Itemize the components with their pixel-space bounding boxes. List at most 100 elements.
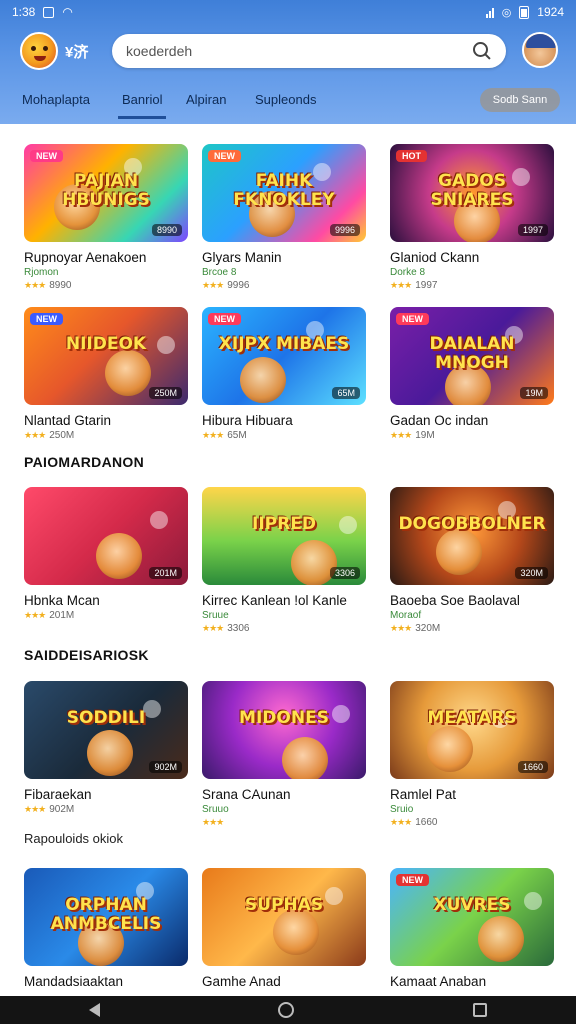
game-thumbnail[interactable]: SODDILI 902M	[24, 681, 188, 779]
tab-mohaplapta[interactable]: Mohaplapta	[22, 92, 90, 107]
status-badge: NEW	[30, 313, 63, 325]
game-thumbnail[interactable]: DAIALAN MNOGH NEW 19M	[390, 307, 554, 405]
game-card[interactable]: GADOS SNIARES HOT 1997 Glaniod Ckann Dorke 8…	[390, 144, 554, 291]
game-title[interactable]: Hibura Hibuara	[202, 413, 366, 428]
character-art-icon	[273, 909, 319, 955]
game-title[interactable]: Hbnka Mcan	[24, 593, 188, 608]
signal-icon	[485, 7, 494, 18]
game-art-title: IIPRED	[252, 514, 316, 534]
game-size: 19M	[415, 430, 435, 441]
game-meta: ★★★ 9996	[202, 280, 366, 291]
tab-banriol[interactable]: Banriol	[118, 92, 167, 119]
game-card[interactable]: SUPHAS Gamhe Anad	[202, 868, 366, 989]
app-screen: 1:38 ◠ ◎ 1924 ¥济 koederdeh Mohaplapta Ba…	[0, 0, 576, 1024]
game-title[interactable]: Ramlel Pat	[390, 787, 554, 802]
game-card[interactable]: PAJIAN HBUNIGS NEW 8990 Rupnoyar Aenakoen Rj…	[24, 144, 188, 291]
character-art-icon	[282, 737, 328, 779]
search-input[interactable]: koederdeh	[112, 34, 506, 68]
action-button[interactable]: Sodb Sann	[480, 88, 560, 112]
game-card[interactable]: ORPHAN ANMBCELIS Mandadsiaaktan	[24, 868, 188, 989]
game-thumbnail[interactable]: GADOS SNIARES HOT 1997	[390, 144, 554, 242]
battery-icon	[519, 5, 530, 19]
game-title[interactable]: Glyars Manin	[202, 250, 366, 265]
star-rating-icon: ★★★	[202, 280, 224, 290]
tab-supleonds[interactable]: Supleonds	[255, 92, 316, 107]
game-card[interactable]: DAIALAN MNOGH NEW 19M Gadan Oc indan ★★★ 19M	[390, 307, 554, 441]
game-card[interactable]: MIDONES Srana CAunan Sruuo ★★★	[202, 681, 366, 828]
game-title[interactable]: Gamhe Anad	[202, 974, 366, 989]
status-badge: NEW	[30, 150, 63, 162]
character-art-icon	[87, 730, 133, 776]
character-art-icon	[105, 350, 151, 396]
sparkle-art-icon	[150, 511, 168, 529]
game-card[interactable]: NIIDEOK NEW 250M Nlantad Gtarin ★★★ 250M	[24, 307, 188, 441]
game-thumbnail[interactable]: MEATARS 1660	[390, 681, 554, 779]
character-art-icon	[291, 540, 337, 585]
app-logo-icon[interactable]	[20, 32, 58, 70]
game-subtitle: Sruuo	[202, 804, 229, 815]
avatar[interactable]	[522, 32, 558, 68]
game-meta: ★★★ 65M	[202, 430, 366, 441]
star-rating-icon: ★★★	[24, 610, 46, 620]
size-chip: 902M	[149, 761, 182, 773]
game-thumbnail[interactable]: MIDONES	[202, 681, 366, 779]
game-card[interactable]: 201M Hbnka Mcan ★★★ 201M	[24, 487, 188, 621]
game-thumbnail[interactable]: PAJIAN HBUNIGS NEW 8990	[24, 144, 188, 242]
game-card[interactable]: SODDILI 902M Fibaraekan ★★★ 902M	[24, 681, 188, 815]
game-card[interactable]: DOGOBBOLNER 320M Baoeba Soe Baolaval Moraof…	[390, 487, 554, 634]
size-chip: 250M	[149, 387, 182, 399]
game-title[interactable]: Mandadsiaaktan	[24, 974, 188, 989]
status-time: 1:38	[12, 5, 36, 19]
search-text: koederdeh	[126, 43, 193, 59]
search-icon[interactable]	[472, 41, 492, 61]
game-title[interactable]: Nlantad Gtarin	[24, 413, 188, 428]
game-thumbnail[interactable]: SUPHAS	[202, 868, 366, 966]
status-bar: 1:38 ◠ ◎ 1924	[0, 0, 576, 24]
game-title[interactable]: Kirrec Kanlean !ol Kanle	[202, 593, 366, 608]
game-thumbnail[interactable]: ORPHAN ANMBCELIS	[24, 868, 188, 966]
game-title[interactable]: Gadan Oc indan	[390, 413, 554, 428]
star-rating-icon: ★★★	[390, 430, 412, 440]
game-card[interactable]: MEATARS 1660 Ramlel Pat Sruio ★★★ 1660	[390, 681, 554, 828]
game-card[interactable]: XUVRES NEW Kamaat Anaban	[390, 868, 554, 989]
game-thumbnail[interactable]: FAIHK FKNOKLEY NEW 9996	[202, 144, 366, 242]
game-thumbnail[interactable]: 201M	[24, 487, 188, 585]
notification-icon	[43, 6, 55, 18]
game-thumbnail[interactable]: DOGOBBOLNER 320M	[390, 487, 554, 585]
game-size: 250M	[49, 430, 75, 441]
star-rating-icon: ★★★	[202, 817, 224, 827]
game-title[interactable]: Fibaraekan	[24, 787, 188, 802]
size-chip: 320M	[515, 567, 548, 579]
game-card[interactable]: FAIHK FKNOKLEY NEW 9996 Glyars Manin Brcoe 8…	[202, 144, 366, 291]
game-subtitle: Sruue	[202, 610, 229, 621]
alarm-icon: ◎	[501, 6, 512, 19]
status-badge: NEW	[208, 150, 241, 162]
game-thumbnail[interactable]: XIJPX MIBAES NEW 65M	[202, 307, 366, 405]
game-thumbnail[interactable]: NIIDEOK NEW 250M	[24, 307, 188, 405]
status-badge: NEW	[208, 313, 241, 325]
game-card[interactable]: IIPRED 3306 Kirrec Kanlean !ol Kanle Sruue ★…	[202, 487, 366, 634]
size-chip: 8990	[151, 224, 182, 236]
recents-icon[interactable]	[472, 1003, 487, 1017]
game-meta: ★★★ 1997	[390, 280, 554, 291]
game-art-title: SUPHAS	[244, 895, 324, 915]
game-size: 320M	[415, 623, 441, 634]
back-icon[interactable]	[89, 1003, 101, 1017]
tab-alpiran[interactable]: Alpiran	[186, 92, 226, 107]
game-thumbnail[interactable]: XUVRES NEW	[390, 868, 554, 966]
game-card[interactable]: XIJPX MIBAES NEW 65M Hibura Hibuara ★★★ 65M	[202, 307, 366, 441]
game-title[interactable]: Rupnoyar Aenakoen	[24, 250, 188, 265]
game-title[interactable]: Glaniod Ckann	[390, 250, 554, 265]
game-title[interactable]: Srana CAunan	[202, 787, 366, 802]
game-art-title: ORPHAN ANMBCELIS	[50, 895, 162, 934]
game-meta: ★★★ 201M	[24, 610, 188, 621]
game-thumbnail[interactable]: IIPRED 3306	[202, 487, 366, 585]
star-rating-icon: ★★★	[390, 623, 412, 633]
game-title[interactable]: Kamaat Anaban	[390, 974, 554, 989]
battery-text: 1924	[537, 5, 564, 19]
game-title[interactable]: Baoeba Soe Baolaval	[390, 593, 554, 608]
home-icon[interactable]	[278, 1002, 295, 1018]
extra-label: Rapouloids okiok	[24, 831, 124, 846]
game-meta: ★★★ 320M	[390, 623, 554, 634]
character-art-icon	[427, 726, 473, 772]
